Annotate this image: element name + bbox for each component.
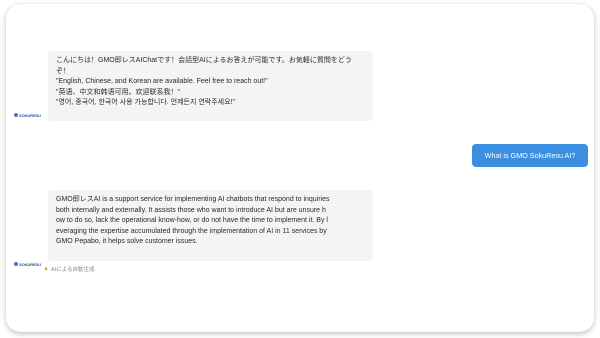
bot-message-greeting: こんにちは！GMO即レスAIChatです！会話型AIによるお答えが可能です。お気… [48,51,373,121]
bot-avatar-label: SOKURESU [19,261,41,267]
ai-generated-label: AIによる自動生成 [50,267,95,273]
bot-avatar: SOKURESU [14,259,42,269]
message-line: GMO Pepabo, it helps solve customer issu… [56,238,198,246]
message-line: both internally and externally. It assis… [56,206,326,214]
user-message: What is GMO SokuResu AI? [472,144,588,167]
bot-avatar-label: SOKURESU [19,112,41,118]
bot-logo-icon [14,113,18,117]
message-line: "英语、中文和韩语可用。欢迎联系我！" [56,88,180,96]
chat-window: SOKURESU こんにちは！GMO即レスAIChatです！会話型AIによるお答… [6,4,594,332]
message-line: ow to do so, lack the operational know-h… [56,217,328,225]
message-line: ぞ！ [56,67,70,75]
ai-generated-note: ▲ AIによる自動生成 [43,265,95,273]
message-line: こんにちは！GMO即レスAIChatです！会話型AIによるお答えが可能です。お気… [56,57,352,64]
message-line: everaging the expertise accumulated thro… [56,227,327,235]
message-line: GMO即レスAI is a support service for implem… [56,196,330,203]
bot-logo-icon [14,262,18,266]
message-line: "영어, 중국어, 한국어 사용 가능합니다. 언제든지 연락주세요!" [56,99,235,107]
warning-icon: ▲ [43,266,49,272]
bot-message-answer: GMO即レスAI is a support service for implem… [48,190,373,261]
bot-avatar: SOKURESU [14,110,42,120]
message-line: "English, Chinese, and Korean are availa… [56,78,268,86]
